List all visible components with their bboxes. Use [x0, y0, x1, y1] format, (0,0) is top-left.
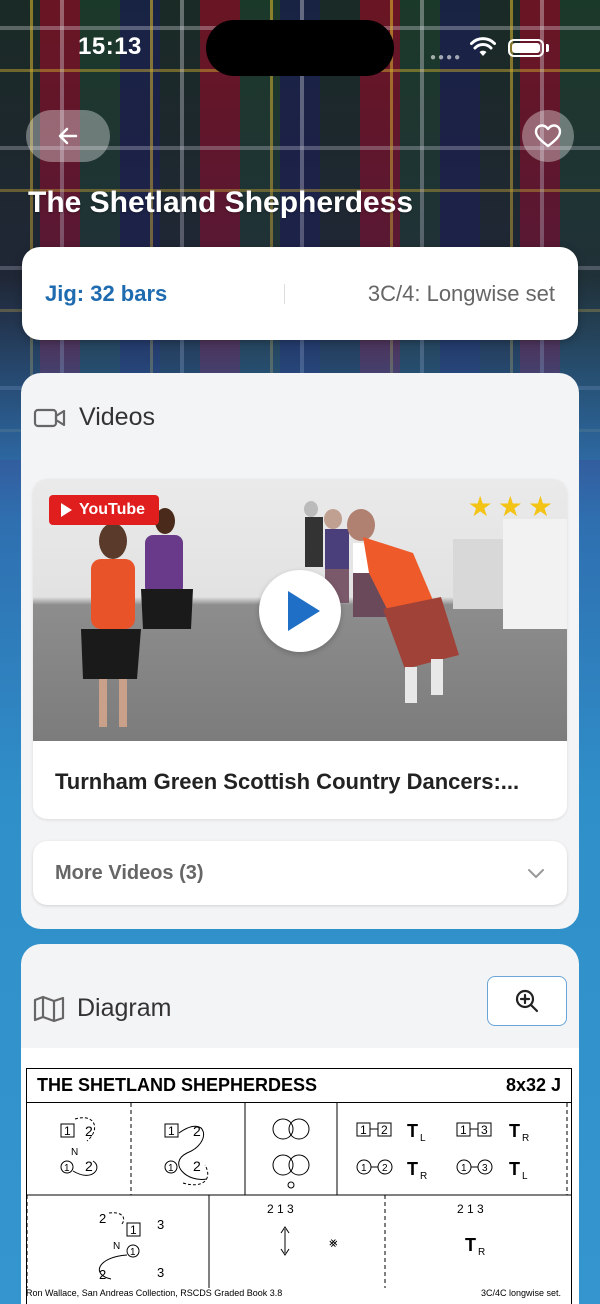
heart-icon — [534, 124, 562, 148]
diagram-numbers-a: 2 1 3 — [267, 1202, 294, 1216]
svg-text:1: 1 — [130, 1247, 136, 1258]
svg-text:1: 1 — [168, 1163, 174, 1174]
videos-section: Videos YouTube ★ ★ ★ Turnham Green Scott… — [21, 373, 579, 929]
dance-set: 3C/4: Longwise set — [367, 281, 555, 306]
arrow-left-icon — [58, 127, 78, 145]
svg-text:2: 2 — [382, 1163, 388, 1174]
youtube-play-icon — [61, 503, 72, 517]
wifi-icon — [470, 37, 496, 56]
status-time: 15:13 — [78, 33, 142, 60]
svg-text:1: 1 — [361, 1163, 367, 1174]
diagram-header: Diagram — [33, 994, 171, 1023]
svg-text:T: T — [407, 1159, 418, 1179]
more-videos-label: More Videos (3) — [55, 861, 204, 884]
svg-text:T: T — [407, 1121, 418, 1141]
svg-text:2: 2 — [99, 1267, 106, 1282]
status-bar: 15:13 ●●●● — [0, 0, 600, 96]
dance-type: Jig: 32 bars — [45, 281, 168, 306]
back-button[interactable] — [26, 110, 110, 162]
diagram-formation-note: 3C/4C longwise set. — [481, 1288, 562, 1298]
svg-text:1: 1 — [130, 1223, 137, 1237]
video-thumbnail[interactable]: YouTube ★ ★ ★ — [33, 479, 567, 741]
svg-text:T: T — [465, 1235, 476, 1255]
diagram-numbers-b: 2 1 3 — [457, 1202, 484, 1216]
star-icon: ★ — [527, 491, 553, 522]
battery-icon — [508, 39, 544, 57]
zoom-button[interactable] — [487, 976, 567, 1026]
diagram-formation: 8x32 J — [505, 1075, 561, 1095]
diagram-header-row: THE SHETLAND SHEPHERDESS 8x32 J — [27, 1069, 571, 1103]
svg-text:3: 3 — [482, 1163, 488, 1174]
diagram-section: Diagram THE SHETLAND SHEPHERDESS 8x32 J — [21, 944, 579, 1304]
svg-text:L: L — [420, 1133, 426, 1144]
cellular-signal-icon: ●●●● — [430, 52, 463, 63]
page-title: The Shetland Shepherdess — [28, 186, 414, 219]
svg-text:2: 2 — [99, 1211, 106, 1226]
diagram-image[interactable]: THE SHETLAND SHEPHERDESS 8x32 J 1 2 N 1 … — [21, 1048, 579, 1304]
battery-tip — [546, 44, 549, 52]
svg-text:2: 2 — [85, 1123, 93, 1139]
svg-text:L: L — [522, 1171, 528, 1182]
svg-text:3: 3 — [157, 1265, 164, 1280]
dance-info-card: Jig: 32 bars 3C/4: Longwise set — [22, 247, 578, 340]
svg-text:2: 2 — [193, 1158, 201, 1174]
svg-text:1: 1 — [64, 1124, 71, 1138]
video-title[interactable]: Turnham Green Scottish Country Dancers:.… — [55, 769, 519, 795]
svg-text:R: R — [478, 1247, 485, 1258]
diagram-figures: 1 2 N 1 2 1 2 1 2 1 2 T L 1 3 T R 1 2 T … — [27, 1103, 571, 1288]
svg-text:1: 1 — [64, 1163, 70, 1174]
play-icon — [288, 591, 320, 631]
svg-text:3: 3 — [157, 1217, 164, 1232]
zoom-in-icon — [515, 989, 539, 1013]
play-button[interactable] — [259, 570, 341, 652]
svg-text:R: R — [522, 1133, 529, 1144]
svg-text:N: N — [113, 1241, 120, 1252]
rating-stars: ★ ★ ★ — [468, 493, 553, 521]
svg-text:2: 2 — [381, 1123, 388, 1137]
star-icon: ★ — [497, 491, 523, 522]
youtube-badge: YouTube — [49, 495, 159, 525]
svg-text:3: 3 — [481, 1123, 488, 1137]
svg-text:1: 1 — [168, 1124, 175, 1138]
svg-text:R: R — [420, 1171, 427, 1182]
svg-text:T: T — [509, 1121, 520, 1141]
diagram-credit: Ron Wallace, San Andreas Collection, RSC… — [26, 1288, 283, 1298]
dance-diagram: THE SHETLAND SHEPHERDESS 8x32 J 1 2 N 1 … — [26, 1068, 572, 1304]
svg-text:N: N — [71, 1147, 78, 1158]
svg-text:T: T — [509, 1159, 520, 1179]
svg-text:1: 1 — [460, 1123, 467, 1137]
diagram-title: Diagram — [77, 994, 172, 1022]
svg-text:2: 2 — [85, 1158, 93, 1174]
map-icon — [33, 995, 65, 1022]
chevron-down-icon — [528, 869, 544, 878]
dynamic-island — [206, 20, 394, 76]
videos-header: Videos — [33, 403, 155, 432]
svg-text:2: 2 — [193, 1123, 201, 1139]
youtube-badge-label: YouTube — [79, 501, 146, 518]
video-card[interactable]: YouTube ★ ★ ★ Turnham Green Scottish Cou… — [33, 479, 567, 819]
more-videos-button[interactable]: More Videos (3) — [33, 841, 567, 905]
videos-title: Videos — [79, 403, 155, 431]
svg-text:1: 1 — [461, 1163, 467, 1174]
diagram-dance-title: THE SHETLAND SHEPHERDESS — [37, 1075, 318, 1095]
star-icon: ★ — [467, 491, 493, 522]
video-camera-icon — [33, 408, 66, 427]
favorite-button[interactable] — [522, 110, 574, 162]
divider — [284, 284, 285, 304]
svg-text:⨳: ⨳ — [329, 1234, 338, 1250]
svg-text:1: 1 — [360, 1123, 367, 1137]
